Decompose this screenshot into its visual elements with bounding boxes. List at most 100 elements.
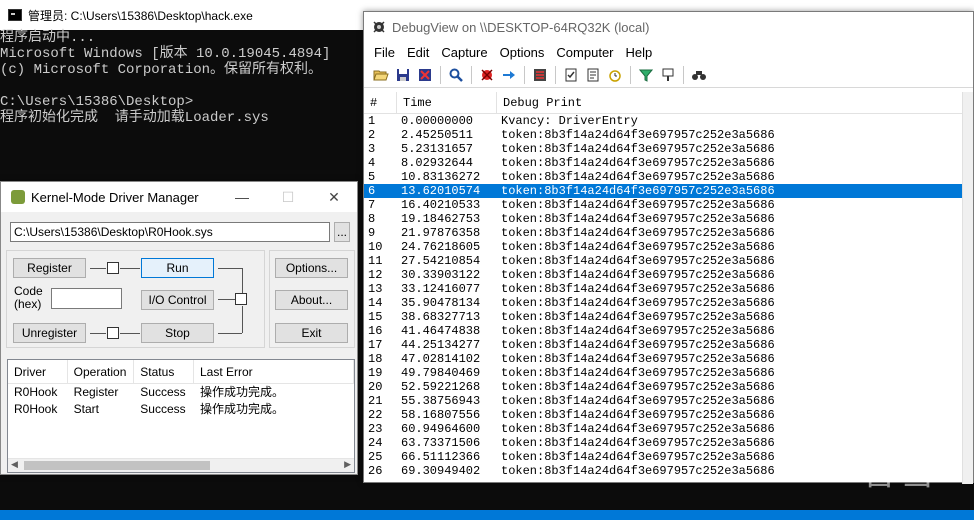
table-row[interactable]: 21 55.38756943 token:8b3f14a24d64f3e697957…: [364, 394, 963, 408]
table-row[interactable]: 5 10.83136272 token:8b3f14a24d64f3e697957c…: [364, 170, 963, 184]
clear-icon[interactable]: [416, 66, 434, 84]
table-row[interactable]: 4 8.02932644 token:8b3f14a24d64f3e697957c2…: [364, 156, 963, 170]
minimize-button[interactable]: —: [219, 182, 265, 212]
unregister-button[interactable]: Unregister: [13, 323, 86, 343]
list-item[interactable]: R0Hook Register Success 操作成功完成。: [8, 384, 354, 401]
table-row[interactable]: 19 49.79840469 token:8b3f14a24d64f3e697957…: [364, 366, 963, 380]
save-icon[interactable]: [394, 66, 412, 84]
table-row[interactable]: 1 0.00000000 Kvancy: DriverEntry: [364, 114, 963, 128]
cell-time: 69.30949402: [401, 464, 481, 478]
cell-number: 23: [368, 422, 383, 436]
cell-debug-print: token:8b3f14a24d64f3e697957c252e3a5686: [501, 226, 775, 240]
cell-debug-print: token:8b3f14a24d64f3e697957c252e3a5686: [501, 408, 775, 422]
pass-through-icon[interactable]: [584, 66, 602, 84]
watermark-logo: ❄ 看雪: [818, 446, 958, 492]
debugview-menubar: File Edit Capture Options Computer Help: [364, 42, 973, 62]
connector-line: [90, 268, 106, 269]
io-control-button[interactable]: I/O Control: [141, 290, 214, 310]
driver-list-header: Driver Operation Status Last Error: [8, 360, 354, 384]
table-row[interactable]: 17 44.25134277 token:8b3f14a24d64f3e697957…: [364, 338, 963, 352]
scroll-thumb[interactable]: [24, 461, 210, 470]
cell-time: 58.16807556: [401, 408, 481, 422]
table-row[interactable]: 6 13.62010574 token:8b3f14a24d64f3e697957c…: [364, 184, 963, 198]
debugview-titlebar[interactable]: DebugView on \\DESKTOP-64RQ32K (local): [364, 12, 973, 42]
maximize-button[interactable]: ☐: [265, 182, 311, 212]
clock-icon[interactable]: [606, 66, 624, 84]
table-row[interactable]: 16 41.46474838 token:8b3f14a24d64f3e697957…: [364, 324, 963, 338]
debug-log-table[interactable]: # Time Debug Print 1 0.00000000 Kvancy: Dr…: [364, 92, 963, 484]
cell-debug-print: token:8b3f14a24d64f3e697957c252e3a5686: [501, 380, 775, 394]
cell-time: 8.02932644: [401, 156, 474, 170]
table-row[interactable]: 2 2.45250511 token:8b3f14a24d64f3e697957c2…: [364, 128, 963, 142]
column-number[interactable]: #: [364, 92, 397, 114]
cell-debug-print: token:8b3f14a24d64f3e697957c252e3a5686: [501, 170, 775, 184]
menu-help[interactable]: Help: [626, 45, 653, 60]
browse-button[interactable]: ...: [334, 222, 350, 242]
list-item[interactable]: R0Hook Start Success 操作成功完成。: [8, 401, 354, 418]
driver-operations-list[interactable]: Driver Operation Status Last Error R0Hoo…: [7, 359, 355, 473]
clear-display-icon[interactable]: [531, 66, 549, 84]
code-hex-input[interactable]: [51, 288, 122, 309]
running-indicator: [235, 293, 247, 305]
column-last-error[interactable]: Last Error: [194, 360, 354, 383]
menu-options[interactable]: Options: [500, 45, 545, 60]
column-operation[interactable]: Operation: [68, 360, 135, 383]
debug-log-vscroll[interactable]: [962, 92, 973, 484]
history-icon[interactable]: [690, 66, 708, 84]
cell-time: 60.94964600: [401, 422, 481, 436]
connector-line: [120, 268, 140, 269]
find-icon[interactable]: [447, 66, 465, 84]
table-row[interactable]: 20 52.59221268 token:8b3f14a24d64f3e697957…: [364, 380, 963, 394]
table-row[interactable]: 13 33.12416077 token:8b3f14a24d64f3e697957…: [364, 282, 963, 296]
exit-button[interactable]: Exit: [275, 323, 348, 343]
table-row[interactable]: 3 5.23131657 token:8b3f14a24d64f3e697957c2…: [364, 142, 963, 156]
driver-path-input[interactable]: C:\Users\15386\Desktop\R0Hook.sys: [10, 222, 330, 242]
table-row[interactable]: 15 38.68327713 token:8b3f14a24d64f3e697957…: [364, 310, 963, 324]
table-row[interactable]: 22 58.16807556 token:8b3f14a24d64f3e697957…: [364, 408, 963, 422]
menu-computer[interactable]: Computer: [556, 45, 613, 60]
close-button[interactable]: ✕: [311, 182, 357, 212]
scroll-left-icon[interactable]: ◀: [11, 459, 18, 470]
autoscroll-icon[interactable]: [500, 66, 518, 84]
cell-last-error: 操作成功完成。: [199, 385, 284, 399]
table-row[interactable]: 14 35.90478134 token:8b3f14a24d64f3e697957…: [364, 296, 963, 310]
filter-icon[interactable]: [637, 66, 655, 84]
driver-manager-titlebar[interactable]: Kernel-Mode Driver Manager — ☐ ✕: [1, 182, 357, 212]
column-status[interactable]: Status: [134, 360, 194, 383]
column-time[interactable]: Time: [397, 92, 497, 114]
scroll-right-icon[interactable]: ▶: [344, 459, 351, 470]
column-debug-print[interactable]: Debug Print: [497, 92, 963, 114]
cell-number: 18: [368, 352, 383, 366]
stop-button[interactable]: Stop: [141, 323, 214, 343]
table-row[interactable]: 10 24.76218605 token:8b3f14a24d64f3e697957…: [364, 240, 963, 254]
driver-list-hscroll[interactable]: ◀ ▶: [8, 458, 354, 472]
table-row[interactable]: 12 30.33903122 token:8b3f14a24d64f3e697957…: [364, 268, 963, 282]
cell-debug-print: token:8b3f14a24d64f3e697957c252e3a5686: [501, 338, 775, 352]
capture-icon[interactable]: [478, 66, 496, 84]
table-row[interactable]: 7 16.40210533 token:8b3f14a24d64f3e697957c…: [364, 198, 963, 212]
driver-manager-window[interactable]: Kernel-Mode Driver Manager — ☐ ✕ C:\User…: [0, 181, 358, 475]
table-row[interactable]: 23 60.94964600 token:8b3f14a24d64f3e697957…: [364, 422, 963, 436]
menu-capture[interactable]: Capture: [441, 45, 487, 60]
cell-time: 41.46474838: [401, 324, 481, 338]
column-driver[interactable]: Driver: [8, 360, 68, 383]
table-row[interactable]: 8 19.18462753 token:8b3f14a24d64f3e697957c…: [364, 212, 963, 226]
highlight-icon[interactable]: [659, 66, 677, 84]
menu-edit[interactable]: Edit: [407, 45, 429, 60]
table-row[interactable]: 9 21.97876358 token:8b3f14a24d64f3e697957c…: [364, 226, 963, 240]
cell-time: 49.79840469: [401, 366, 481, 380]
about-button[interactable]: About...: [275, 290, 348, 310]
cell-number: 20: [368, 380, 383, 394]
table-row[interactable]: 11 27.54210854 token:8b3f14a24d64f3e697957…: [364, 254, 963, 268]
options-button[interactable]: Options...: [275, 258, 348, 278]
capture-kernel-icon[interactable]: [562, 66, 580, 84]
debugview-window[interactable]: DebugView on \\DESKTOP-64RQ32K (local) F…: [363, 11, 974, 484]
menu-file[interactable]: File: [374, 45, 395, 60]
open-icon[interactable]: [372, 66, 390, 84]
driver-manager-title: Kernel-Mode Driver Manager: [31, 189, 199, 205]
run-button[interactable]: Run: [141, 258, 214, 278]
cell-debug-print: token:8b3f14a24d64f3e697957c252e3a5686: [501, 394, 775, 408]
register-button[interactable]: Register: [13, 258, 86, 278]
taskbar-strip: [0, 510, 974, 520]
table-row[interactable]: 18 47.02814102 token:8b3f14a24d64f3e697957…: [364, 352, 963, 366]
